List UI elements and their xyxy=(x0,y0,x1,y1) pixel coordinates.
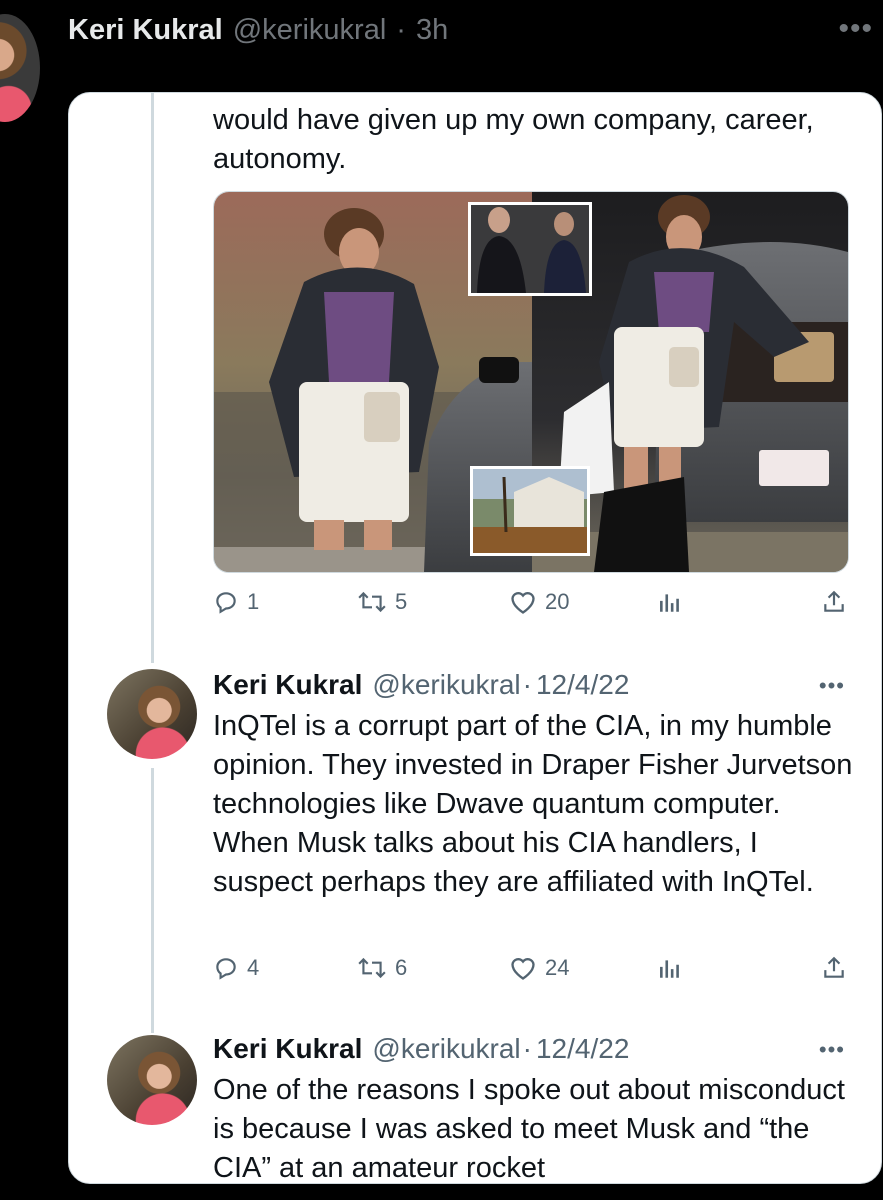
reply-avatar[interactable] xyxy=(107,1035,197,1125)
tweet-text-partial: would have given up my own company, care… xyxy=(213,104,814,175)
share-icon xyxy=(824,956,844,978)
outer-display-name[interactable]: Keri Kukral xyxy=(68,14,223,47)
reply-count: 1 xyxy=(247,589,260,614)
thread-line-middle xyxy=(151,768,154,1033)
quoted-thread-card[interactable]: would have given up my own company, care… xyxy=(68,92,882,1184)
reply-button[interactable]: 4 xyxy=(213,955,259,981)
tweet-actions: 1 5 20 xyxy=(213,589,853,621)
outer-separator: · xyxy=(396,14,406,46)
retweet-count: 6 xyxy=(395,955,408,980)
reply-display-name[interactable]: Keri Kukral xyxy=(213,1033,362,1065)
share-button[interactable] xyxy=(821,589,847,615)
like-button[interactable]: 24 xyxy=(509,955,569,981)
heart-icon xyxy=(511,592,535,614)
views-button[interactable] xyxy=(657,955,683,981)
share-button[interactable] xyxy=(821,955,847,981)
tweet-actions: 4 6 24 xyxy=(213,955,853,987)
reply-text: One of the reasons I spoke out about mis… xyxy=(213,1074,845,1184)
reply-icon xyxy=(216,958,236,980)
reply-avatar[interactable] xyxy=(107,669,197,759)
more-options-icon[interactable]: ••• xyxy=(819,1037,845,1063)
like-count: 24 xyxy=(545,955,570,980)
outer-timestamp[interactable]: 3h xyxy=(416,14,448,47)
outer-tweet-header: Keri Kukral @kerikukral · 3h xyxy=(68,14,448,54)
more-options-icon[interactable]: ••• xyxy=(819,673,845,699)
thread-line-top xyxy=(151,93,154,663)
retweet-button[interactable]: 5 xyxy=(357,589,407,615)
reply-separator: · xyxy=(522,1033,532,1064)
reply-display-name[interactable]: Keri Kukral xyxy=(213,669,362,701)
outer-handle[interactable]: @kerikukral xyxy=(233,14,387,47)
like-button[interactable]: 20 xyxy=(509,589,569,615)
reply-header: Keri Kukral @kerikukral · 12/4/22 xyxy=(213,669,629,701)
retweet-icon xyxy=(358,591,386,613)
views-icon xyxy=(660,960,679,978)
reply-date[interactable]: 12/4/22 xyxy=(536,669,629,701)
heart-icon xyxy=(511,958,535,980)
share-icon xyxy=(824,590,844,612)
reply-icon xyxy=(216,592,236,614)
reply-separator: · xyxy=(522,669,532,700)
retweet-button[interactable]: 6 xyxy=(357,955,407,981)
reply-handle[interactable]: @kerikukral xyxy=(372,669,520,701)
reply-handle[interactable]: @kerikukral xyxy=(372,1033,520,1065)
retweet-count: 5 xyxy=(395,589,408,614)
reply-count: 4 xyxy=(247,955,260,980)
photo-collage-image xyxy=(214,192,848,572)
reply-header: Keri Kukral @kerikukral · 12/4/22 xyxy=(213,1033,629,1065)
like-count: 20 xyxy=(545,589,570,614)
views-button[interactable] xyxy=(657,589,683,615)
outer-avatar[interactable] xyxy=(0,14,40,122)
retweet-icon xyxy=(358,957,386,979)
outer-more-icon[interactable]: ••• xyxy=(838,14,873,44)
reply-button[interactable]: 1 xyxy=(213,589,259,615)
views-icon xyxy=(660,594,679,612)
reply-date[interactable]: 12/4/22 xyxy=(536,1033,629,1065)
tweet-photo[interactable] xyxy=(213,191,849,573)
reply-text: InQTel is a corrupt part of the CIA, in … xyxy=(213,710,853,898)
